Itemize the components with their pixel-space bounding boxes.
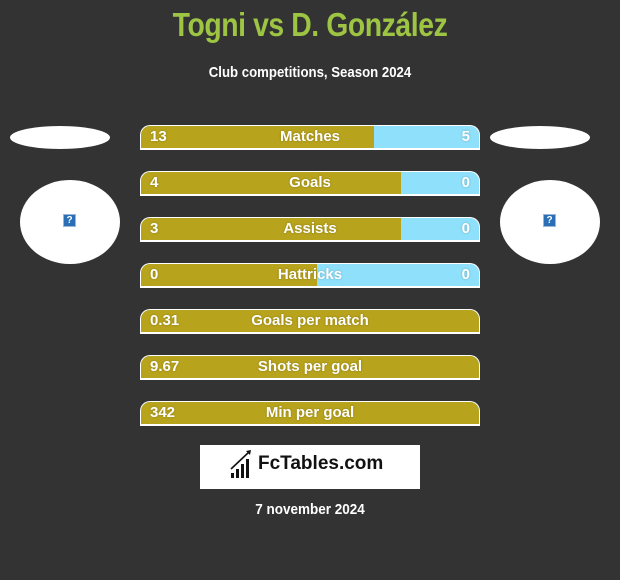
- broken-image-icon: ?: [543, 214, 556, 227]
- right-value: 0: [461, 174, 470, 191]
- broken-image-icon: ?: [63, 214, 76, 227]
- right-value: 5: [461, 128, 470, 145]
- date-label: 7 november 2024: [255, 501, 365, 518]
- stat-label: Goals per match: [251, 312, 369, 329]
- stat-row-shots-per-goal: 9.67 Shots per goal: [140, 355, 480, 380]
- bar-chart-icon: [230, 450, 251, 478]
- page-title: Togni vs D. González: [172, 6, 448, 43]
- stat-row-min-per-goal: 342 Min per goal: [140, 401, 480, 426]
- fctables-logo[interactable]: FcTables.com: [200, 445, 420, 489]
- stat-label: Assists: [283, 220, 337, 237]
- left-player-photo: ?: [20, 180, 120, 264]
- stat-row-hattricks: 0 Hattricks 0: [140, 263, 480, 288]
- right-value: 0: [461, 220, 470, 237]
- logo-text: FcTables.com: [258, 453, 384, 474]
- stat-label: Goals: [289, 174, 331, 191]
- stat-label: Matches: [279, 128, 341, 145]
- right-value: 0: [461, 266, 470, 283]
- stat-row-goals-per-match: 0.31 Goals per match: [140, 309, 480, 334]
- stat-label: Hattricks: [277, 266, 343, 283]
- left-player-name-placeholder: [10, 126, 110, 149]
- right-player-name-placeholder: [490, 126, 590, 149]
- right-player-photo: ?: [500, 180, 600, 264]
- page-subtitle: Club competitions, Season 2024: [208, 64, 412, 81]
- stat-row-assists: 3 Assists 0: [140, 217, 480, 242]
- stat-label: Min per goal: [265, 404, 355, 421]
- stat-row-matches: 13 Matches 5: [140, 125, 480, 150]
- stat-label: Shots per goal: [257, 358, 363, 375]
- stat-row-goals: 4 Goals 0: [140, 171, 480, 196]
